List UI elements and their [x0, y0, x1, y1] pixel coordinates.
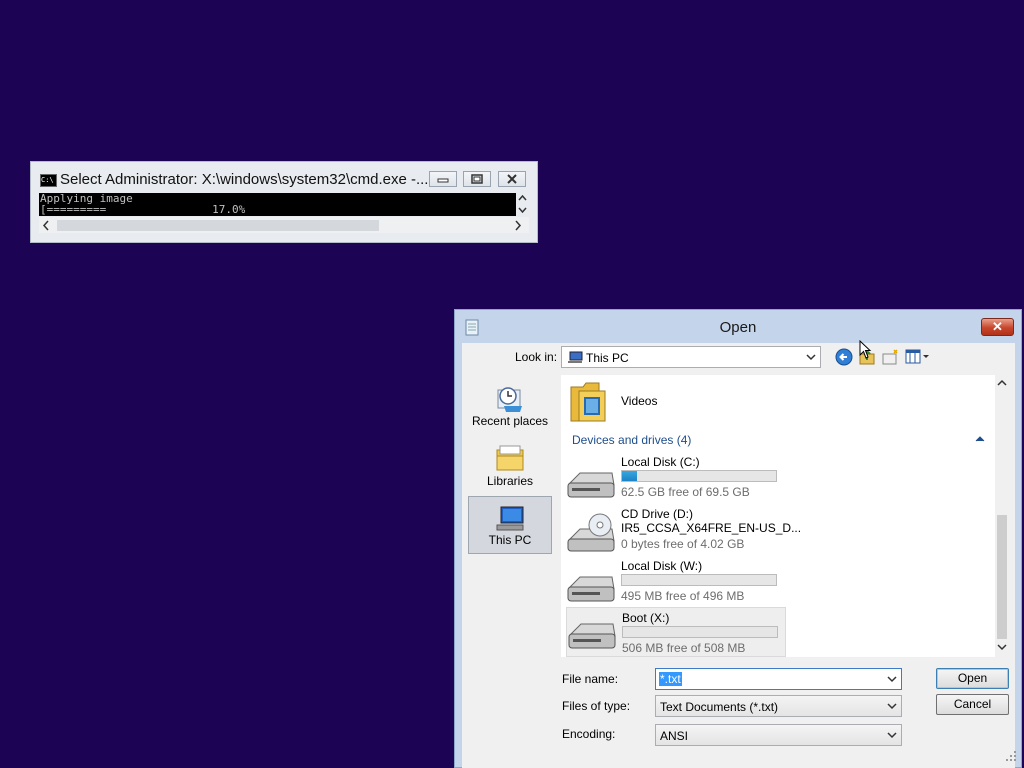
- horizontal-scroll-thumb[interactable]: [57, 220, 379, 231]
- scroll-right-icon: [515, 220, 522, 231]
- this-pc-icon: [568, 351, 583, 363]
- drive-usage-bar: [621, 470, 777, 482]
- drive-free-space: 0 bytes free of 4.02 GB: [621, 537, 745, 551]
- view-grid-icon: [905, 349, 929, 364]
- file-list-scroll-thumb[interactable]: [997, 515, 1007, 639]
- nav-recent-label: Recent places: [471, 414, 549, 428]
- close-icon: ✕: [992, 319, 1003, 334]
- cd-drive-icon: [567, 513, 615, 552]
- scroll-arrows-icon: [518, 194, 527, 214]
- minimize-button[interactable]: [429, 171, 457, 187]
- hard-drive-icon: [568, 623, 616, 649]
- drive-free-space: 495 MB free of 496 MB: [621, 589, 745, 603]
- drive-free-space: 62.5 GB free of 69.5 GB: [621, 485, 750, 499]
- chevron-down-icon: [887, 676, 897, 683]
- console-output[interactable]: Applying image [========= 17.0%: [39, 193, 517, 216]
- view-menu-button[interactable]: [904, 348, 932, 366]
- drive-item-x[interactable]: Boot (X:) 506 MB free of 508 MB: [566, 607, 786, 657]
- file-list-scrollbar[interactable]: [995, 375, 1009, 657]
- recent-places-icon: [497, 387, 522, 412]
- console-progress-line: [========= 17.0%: [40, 203, 246, 216]
- new-folder-icon[interactable]: [881, 348, 899, 366]
- drive-volume-label: IR5_CCSA_X64FRE_EN-US_D...: [621, 521, 802, 535]
- drive-item-c[interactable]: Local Disk (C:) 62.5 GB free of 69.5 GB: [566, 455, 786, 507]
- cmd-window-title: Select Administrator: X:\windows\system3…: [60, 171, 429, 188]
- console-vertical-scrollbar[interactable]: [516, 193, 529, 216]
- collapse-chevron-icon[interactable]: [975, 435, 985, 443]
- drive-name: Boot (X:): [622, 611, 670, 625]
- group-header-devices: Devices and drives (4): [572, 433, 692, 447]
- look-in-dropdown[interactable]: This PC: [561, 346, 821, 368]
- cmd-window: C:\ Select Administrator: X:\windows\sys…: [30, 161, 538, 243]
- this-pc-icon: [496, 506, 524, 531]
- nav-recent-places[interactable]: Recent places: [468, 376, 552, 434]
- encoding-dropdown[interactable]: ANSI: [655, 724, 902, 746]
- drive-name: CD Drive (D:): [621, 507, 693, 521]
- videos-folder-icon: [570, 382, 606, 422]
- drive-item-w[interactable]: Local Disk (W:) 495 MB free of 496 MB: [566, 559, 786, 611]
- back-icon[interactable]: [835, 348, 853, 366]
- list-item-videos[interactable]: Videos: [566, 377, 766, 425]
- file-name-value: *.txt: [659, 672, 682, 686]
- dialog-close-button[interactable]: ✕: [981, 318, 1014, 336]
- drive-name: Local Disk (W:): [621, 559, 703, 573]
- nav-libraries-label: Libraries: [486, 474, 534, 488]
- minimize-icon: [437, 178, 449, 183]
- restore-icon: [471, 174, 483, 184]
- resize-grip-icon[interactable]: [1005, 750, 1017, 762]
- close-button[interactable]: [498, 171, 526, 187]
- drive-item-d[interactable]: CD Drive (D:) IR5_CCSA_X64FRE_EN-US_D...…: [566, 507, 801, 559]
- scroll-up-icon: [997, 379, 1007, 386]
- nav-this-pc-label: This PC: [488, 533, 532, 547]
- drive-usage-bar: [621, 574, 777, 586]
- file-name-label: File name:: [562, 672, 619, 686]
- files-of-type-value: Text Documents (*.txt): [660, 700, 779, 714]
- close-icon: [507, 174, 517, 184]
- restore-button[interactable]: [463, 171, 491, 187]
- look-in-value: This PC: [586, 351, 629, 365]
- files-of-type-dropdown[interactable]: Text Documents (*.txt): [655, 695, 902, 717]
- look-in-label: Look in:: [515, 350, 558, 364]
- mouse-cursor-icon: [859, 340, 872, 359]
- encoding-label: Encoding:: [562, 727, 616, 741]
- drive-usage-fill: [622, 471, 638, 481]
- scroll-down-icon: [997, 644, 1007, 651]
- scroll-left-icon: [42, 220, 49, 231]
- chevron-down-icon: [806, 354, 816, 361]
- drive-name: Local Disk (C:): [621, 455, 700, 469]
- nav-this-pc[interactable]: This PC: [468, 496, 552, 554]
- files-of-type-label: Files of type:: [562, 699, 631, 713]
- cmd-app-icon: C:\: [40, 174, 57, 187]
- chevron-down-icon: [887, 732, 897, 739]
- hard-drive-icon: [567, 472, 615, 498]
- hard-drive-icon: [567, 576, 615, 602]
- open-button[interactable]: Open: [936, 668, 1009, 689]
- drive-usage-bar: [622, 626, 778, 638]
- file-name-combo[interactable]: *.txt: [655, 668, 902, 690]
- chevron-down-icon: [887, 703, 897, 710]
- libraries-icon: [496, 445, 524, 471]
- folder-name: Videos: [621, 394, 658, 408]
- encoding-value: ANSI: [660, 729, 689, 743]
- nav-libraries[interactable]: Libraries: [468, 436, 552, 494]
- drive-free-space: 506 MB free of 508 MB: [622, 641, 746, 655]
- cancel-button[interactable]: Cancel: [936, 694, 1009, 715]
- console-horizontal-scrollbar[interactable]: [39, 217, 529, 233]
- dialog-title: Open: [719, 319, 757, 336]
- cmd-title-bar[interactable]: C:\ Select Administrator: X:\windows\sys…: [31, 162, 537, 192]
